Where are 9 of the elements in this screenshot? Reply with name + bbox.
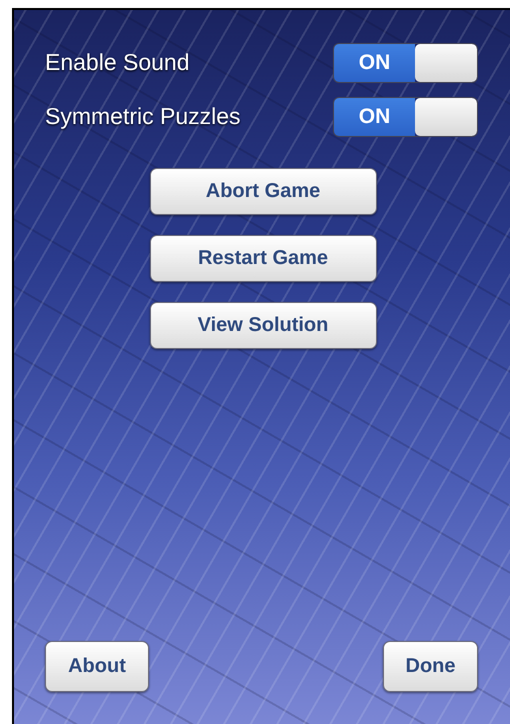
setting-label: Symmetric Puzzles <box>45 103 241 130</box>
toggle-switch[interactable]: ON <box>333 42 478 82</box>
about-button[interactable]: About <box>45 641 149 692</box>
setting-label: Enable Sound <box>45 49 190 76</box>
done-button[interactable]: Done <box>383 641 478 692</box>
action-button[interactable]: View Solution <box>150 302 376 349</box>
action-button[interactable]: Restart Game <box>150 235 376 282</box>
toggle-switch[interactable]: ON <box>333 96 478 136</box>
action-button[interactable]: Abort Game <box>150 168 376 215</box>
